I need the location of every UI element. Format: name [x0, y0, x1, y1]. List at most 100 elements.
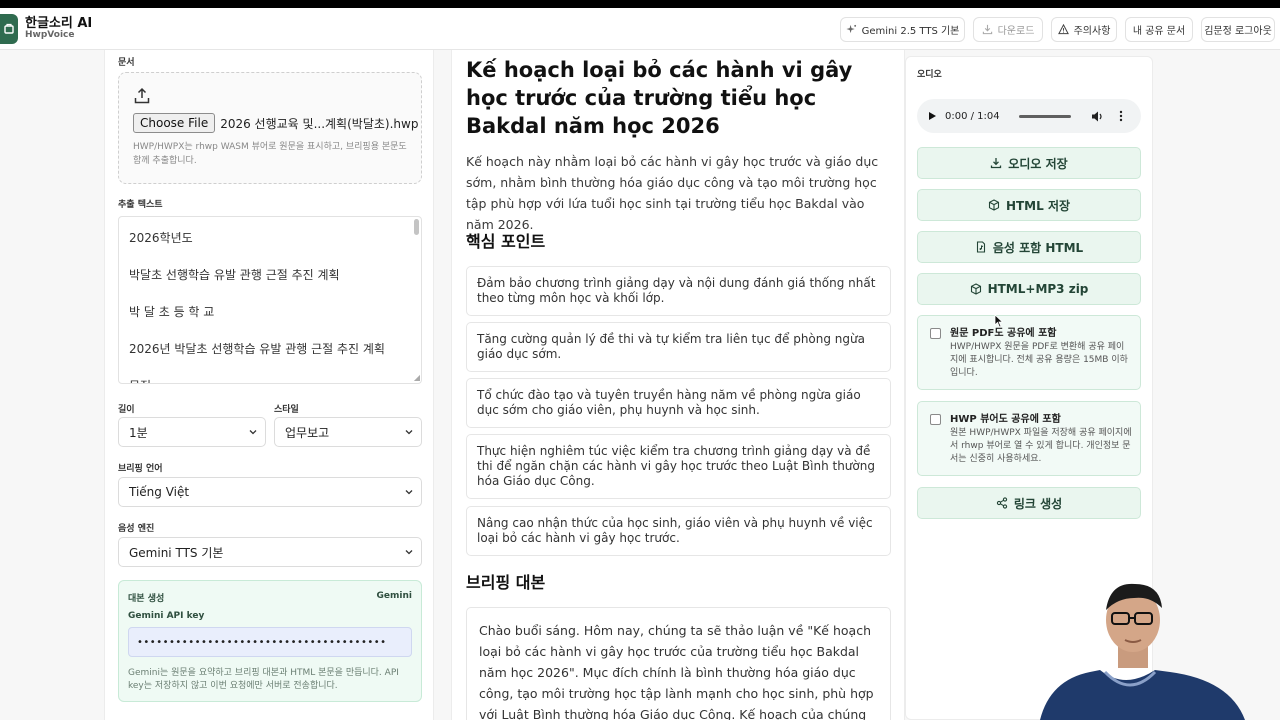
- briefing-script: Chào buổi sáng. Hôm nay, chúng ta sẽ thả…: [466, 607, 891, 720]
- audio-progress-bar[interactable]: [1019, 115, 1071, 118]
- upload-icon: [134, 87, 150, 104]
- app-logo-icon: [0, 14, 18, 44]
- file-audio-icon: [976, 241, 985, 253]
- language-value: Tiếng Việt: [129, 485, 190, 499]
- briefing-language-label: 브리핑 언어: [118, 464, 163, 474]
- brand[interactable]: 한글소리 AI HwpVoice: [0, 14, 92, 44]
- notice-button[interactable]: 주의사항: [1051, 17, 1117, 42]
- engine-value: Gemini TTS 기본: [129, 545, 224, 560]
- play-icon[interactable]: [927, 111, 937, 121]
- extract-text-label: 추출 텍스트: [118, 200, 163, 210]
- create-link-button[interactable]: 링크 생성: [917, 487, 1141, 519]
- left-panel: 문서 Choose File 2026 선행교육 및...계획(박달초).hwp…: [104, 50, 434, 720]
- save-html-button[interactable]: HTML 저장: [917, 189, 1141, 221]
- html-mp3-zip-button[interactable]: HTML+MP3 zip: [917, 273, 1141, 305]
- sparkle-icon: [846, 24, 856, 34]
- document-summary: Kế hoạch này nhằm loại bỏ các hành vi gâ…: [466, 154, 879, 232]
- audio-label: 오디오: [917, 70, 942, 80]
- api-key-help: Gemini는 원문을 요약하고 브리핑 대본과 HTML 본문을 만듭니다. …: [128, 668, 399, 692]
- share-viewer-desc: 원본 HWP/HWPX 파일을 저장해 공유 페이지에서 rhwp 뷰어로 열 …: [950, 428, 1132, 465]
- choose-file-button[interactable]: Choose File: [133, 113, 216, 133]
- html-with-audio-label: 음성 포함 HTML: [992, 240, 1084, 255]
- logout-label: 김문정 로그아웃: [1204, 26, 1272, 37]
- package-icon: [970, 283, 981, 295]
- length-select[interactable]: 1분: [118, 417, 266, 447]
- tts-model-label: Gemini 2.5 TTS 기본: [861, 26, 960, 37]
- extract-textarea[interactable]: 2026학년도 박달초 선행학습 유발 관행 근절 추진 계획 박 달 초 등 …: [118, 216, 422, 384]
- save-html-label: HTML 저장: [1005, 198, 1071, 213]
- api-key-label: Gemini API key: [128, 611, 205, 621]
- key-point-item: Tăng cường quản lý đề thi và tự kiểm tra…: [466, 322, 891, 372]
- download-icon: [991, 158, 1002, 169]
- file-name: 2026 선행교육 및...계획(박달초).hwp: [220, 116, 419, 131]
- script-generation-box: 대본 생성 Gemini Gemini API key ••••••••••••…: [118, 580, 422, 702]
- extract-line: 2026년 박달초 선행학습 유발 관행 근절 추진 계획: [129, 342, 385, 356]
- voice-engine-select[interactable]: Gemini TTS 기본: [118, 537, 422, 567]
- share-viewer-option[interactable]: HWP 뷰어도 공유에 포함 원본 HWP/HWPX 파일을 저장해 공유 페이…: [917, 401, 1141, 476]
- share-icon: [996, 497, 1007, 509]
- script-title: 대본 생성: [128, 594, 165, 604]
- preview-panel: Kế hoạch loại bỏ các hành vi gây học trư…: [451, 50, 905, 720]
- style-value: 업무보고: [285, 425, 330, 440]
- html-with-audio-button[interactable]: 음성 포함 HTML: [917, 231, 1141, 263]
- mouse-cursor-icon: [994, 314, 1004, 328]
- extract-line: 목적: [129, 377, 151, 383]
- audio-time: 0:00 / 1:04: [945, 110, 1000, 122]
- my-shared-docs-button[interactable]: 내 공유 문서: [1125, 17, 1193, 42]
- script-provider: Gemini: [376, 591, 412, 601]
- scrollbar-thumb[interactable]: [414, 219, 419, 235]
- key-point-item: Thực hiện nghiêm túc việc kiểm tra chươn…: [466, 434, 891, 499]
- download-icon: [982, 24, 992, 35]
- app-subtitle: HwpVoice: [25, 30, 75, 41]
- create-link-label: 링크 생성: [1013, 496, 1063, 511]
- save-audio-button[interactable]: 오디오 저장: [917, 147, 1141, 179]
- api-key-input[interactable]: •••••••••••••••••••••••••••••••••••••••: [128, 627, 412, 657]
- warning-icon: [1057, 24, 1069, 35]
- extract-line: 박달초 선행학습 유발 관행 근절 추진 계획: [129, 268, 340, 282]
- volume-icon[interactable]: [1091, 110, 1104, 123]
- key-point-item: Nâng cao nhận thức của học sinh, giáo vi…: [466, 506, 891, 556]
- notice-label: 주의사항: [1073, 26, 1111, 37]
- chevron-down-icon: [405, 430, 413, 435]
- chevron-down-icon: [249, 430, 257, 435]
- key-points-heading: 핵심 포인트: [466, 232, 546, 251]
- logout-button[interactable]: 김문정 로그아웃: [1201, 17, 1275, 42]
- resize-handle-icon[interactable]: ◢: [414, 373, 420, 382]
- window-top-bar: [0, 0, 1280, 8]
- share-viewer-checkbox[interactable]: [930, 414, 941, 425]
- my-shared-docs-label: 내 공유 문서: [1132, 26, 1186, 37]
- more-options-icon[interactable]: [1117, 109, 1125, 123]
- audio-player[interactable]: 0:00 / 1:04: [917, 99, 1141, 133]
- key-point-item: Đảm bảo chương trình giảng dạy và nội du…: [466, 266, 891, 316]
- download-button[interactable]: 다운로드: [973, 17, 1043, 42]
- length-label: 길이: [118, 405, 135, 415]
- briefing-heading: 브리핑 대본: [466, 573, 546, 592]
- style-label: 스타일: [274, 405, 299, 415]
- share-pdf-checkbox[interactable]: [930, 328, 941, 339]
- save-audio-label: 오디오 저장: [1008, 156, 1068, 171]
- document-label: 문서: [118, 58, 135, 68]
- voice-engine-label: 음성 엔진: [118, 524, 155, 534]
- download-label: 다운로드: [997, 26, 1035, 37]
- tts-model-button[interactable]: Gemini 2.5 TTS 기본: [840, 17, 965, 42]
- chevron-down-icon: [405, 550, 413, 555]
- app-title: 한글소리 AI: [25, 15, 93, 31]
- extract-line: 2026학년도: [129, 231, 193, 245]
- key-point-item: Tổ chức đào tạo và tuyên truyền hàng năm…: [466, 378, 891, 428]
- share-pdf-title: 원문 PDF도 공유에 포함: [950, 328, 1057, 339]
- html-mp3-zip-label: HTML+MP3 zip: [987, 282, 1089, 296]
- chevron-down-icon: [405, 490, 413, 495]
- document-title: Kế hoạch loại bỏ các hành vi gây học trư…: [466, 58, 853, 138]
- style-select[interactable]: 업무보고: [274, 417, 422, 447]
- share-viewer-title: HWP 뷰어도 공유에 포함: [950, 414, 1061, 425]
- presenter-webcam-overlay: [1040, 583, 1245, 720]
- length-value: 1분: [129, 425, 148, 440]
- file-upload-zone[interactable]: Choose File 2026 선행교육 및...계획(박달초).hwp HW…: [118, 72, 422, 184]
- package-icon: [988, 199, 1000, 211]
- share-pdf-option[interactable]: 원문 PDF도 공유에 포함 HWP/HWPX 원문을 PDF로 변환해 공유 …: [917, 315, 1141, 390]
- app-header: 한글소리 AI HwpVoice Gemini 2.5 TTS 기본 다운로드 …: [0, 8, 1280, 50]
- upload-help-text: HWP/HWPX는 rhwp WASM 뷰어로 원문을 표시하고, 브리핑용 본…: [133, 142, 407, 166]
- briefing-language-select[interactable]: Tiếng Việt: [118, 477, 422, 507]
- share-pdf-desc: HWP/HWPX 원문을 PDF로 변환해 공유 페이지에 표시합니다. 전체 …: [950, 342, 1128, 379]
- extract-line: 박 달 초 등 학 교: [129, 305, 215, 319]
